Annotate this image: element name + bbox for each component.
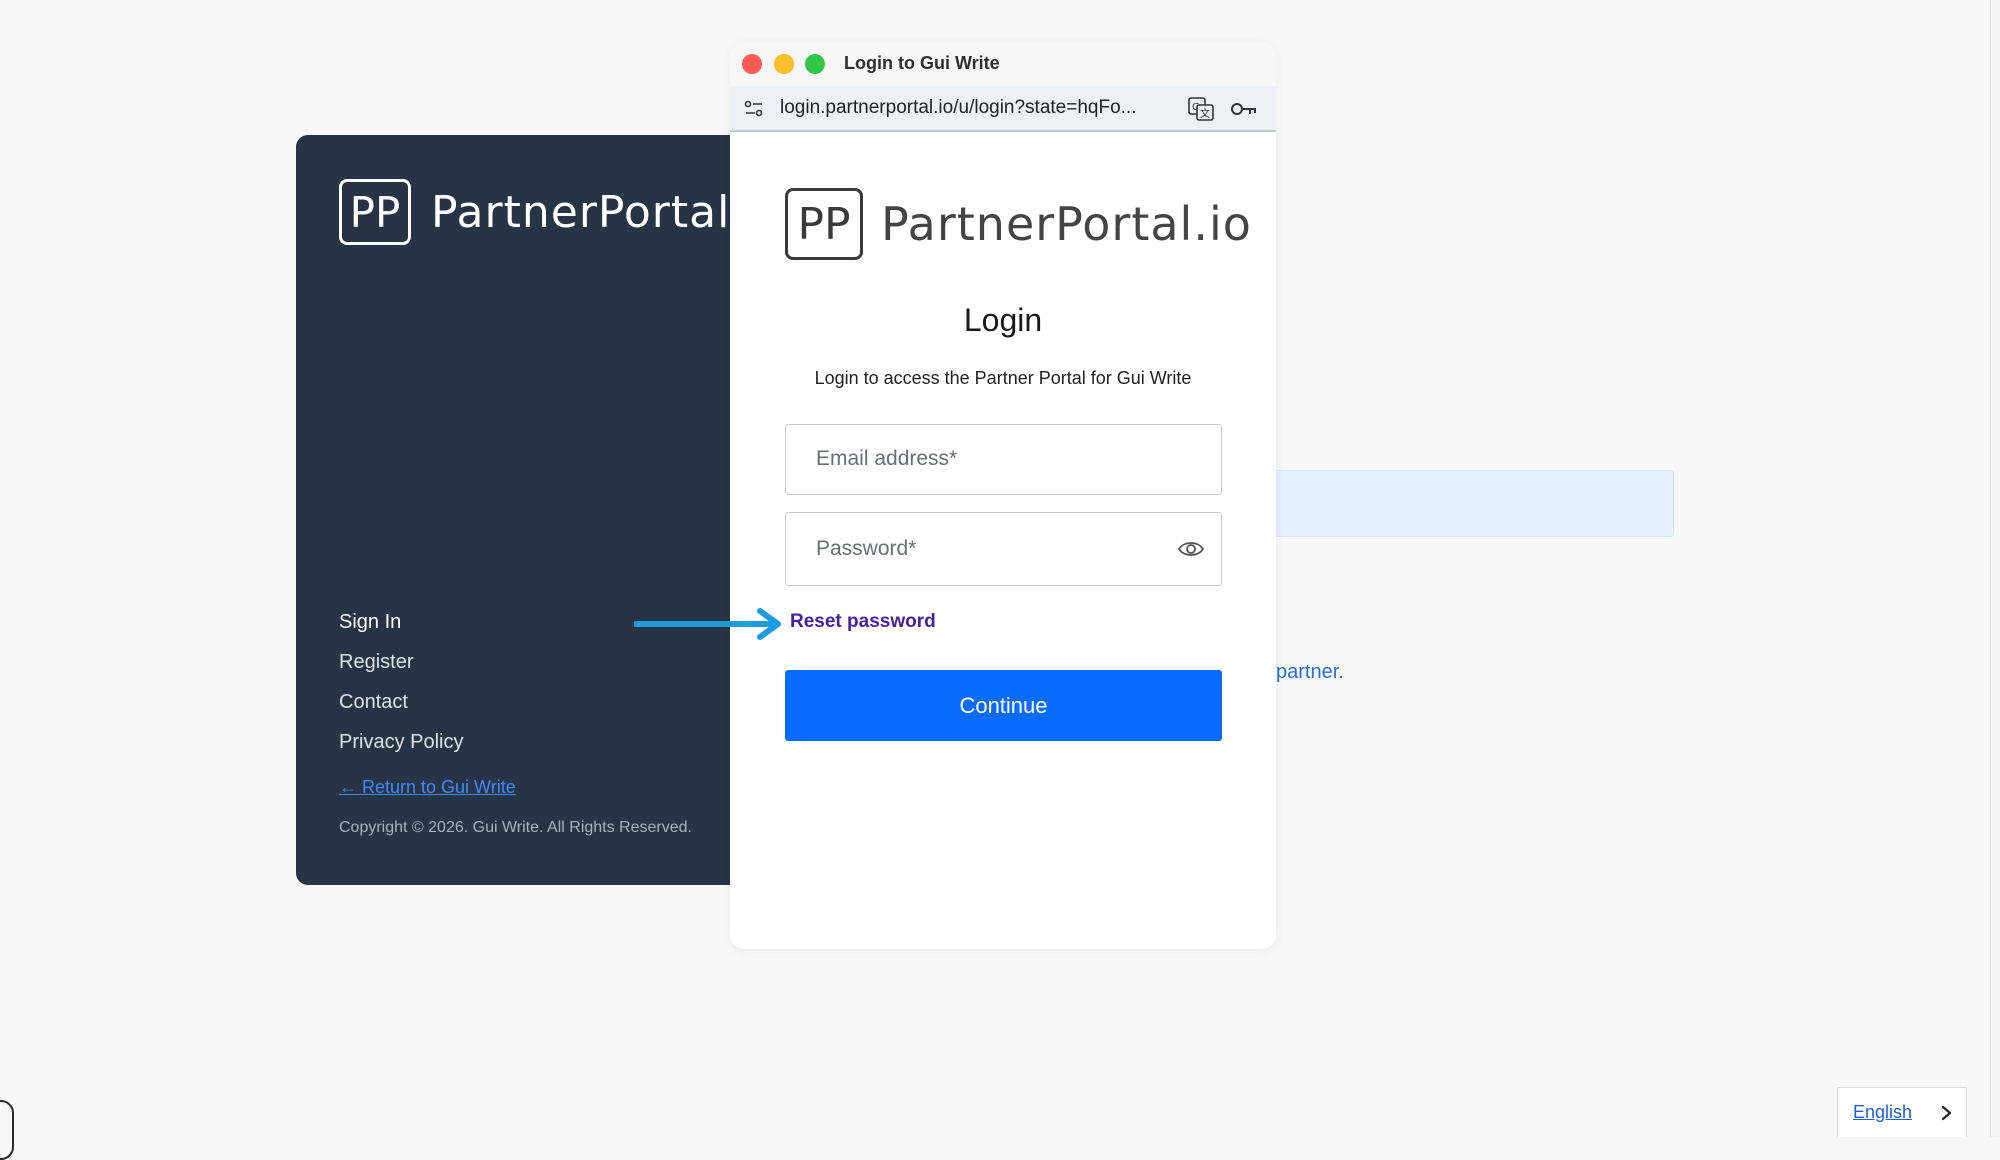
eye-icon[interactable] <box>1177 538 1205 560</box>
email-field[interactable]: Email address* <box>785 424 1222 495</box>
key-icon[interactable] <box>1230 100 1258 118</box>
background-info-box <box>1270 470 1674 537</box>
window-title: Login to Gui Write <box>844 53 1000 73</box>
background-nav: Sign In Register Contact Privacy Policy <box>339 602 463 762</box>
chevron-right-icon[interactable] <box>1940 1105 1954 1121</box>
logo-monogram: PP <box>339 179 411 245</box>
minimize-window-button[interactable] <box>774 54 794 74</box>
close-window-button[interactable] <box>742 54 762 74</box>
page-scrollbar[interactable] <box>1990 0 2000 1137</box>
login-subtitle: Login to access the Partner Portal for G… <box>814 368 1192 388</box>
continue-button[interactable]: Continue <box>785 670 1222 741</box>
language-selector[interactable]: English <box>1837 1087 1967 1137</box>
reset-password-link[interactable]: Reset password <box>790 611 936 633</box>
email-placeholder: Email address* <box>816 447 958 470</box>
nav-contact[interactable]: Contact <box>339 682 463 722</box>
logo-monogram: PP <box>785 188 863 260</box>
language-label[interactable]: English <box>1853 1102 1912 1123</box>
nav-sign-in[interactable]: Sign In <box>339 602 463 642</box>
nav-register[interactable]: Register <box>339 642 463 682</box>
maximize-window-button[interactable] <box>805 54 825 74</box>
window-titlebar[interactable]: Login to Gui Write <box>730 42 1276 86</box>
login-logo: PP PartnerPortal.io <box>785 188 1252 260</box>
translate-icon[interactable]: G 文 <box>1188 97 1214 121</box>
background-partner-link[interactable]: partner. <box>1276 661 1344 684</box>
svg-text:文: 文 <box>1200 107 1210 120</box>
login-title: Login <box>963 302 1043 338</box>
address-bar[interactable]: login.partnerportal.io/u/login?state=hqF… <box>730 86 1276 132</box>
login-popup-window: Login to Gui Write login.partnerportal.i… <box>730 42 1276 949</box>
brand-name: PartnerPortal.io <box>881 197 1252 251</box>
arrow-annotation <box>634 608 781 640</box>
window-corner <box>0 1100 14 1160</box>
password-placeholder: Password* <box>816 537 917 560</box>
background-logo: PP PartnerPortal.io <box>339 179 786 245</box>
copyright-text: Copyright © 2026. Gui Write. All Rights … <box>339 819 692 836</box>
nav-privacy-policy[interactable]: Privacy Policy <box>339 722 463 762</box>
password-field[interactable]: Password* <box>785 512 1222 586</box>
site-settings-icon[interactable] <box>744 100 764 118</box>
return-link[interactable]: ← Return to Gui Write <box>339 777 516 798</box>
url-text[interactable]: login.partnerportal.io/u/login?state=hqF… <box>780 97 1136 119</box>
